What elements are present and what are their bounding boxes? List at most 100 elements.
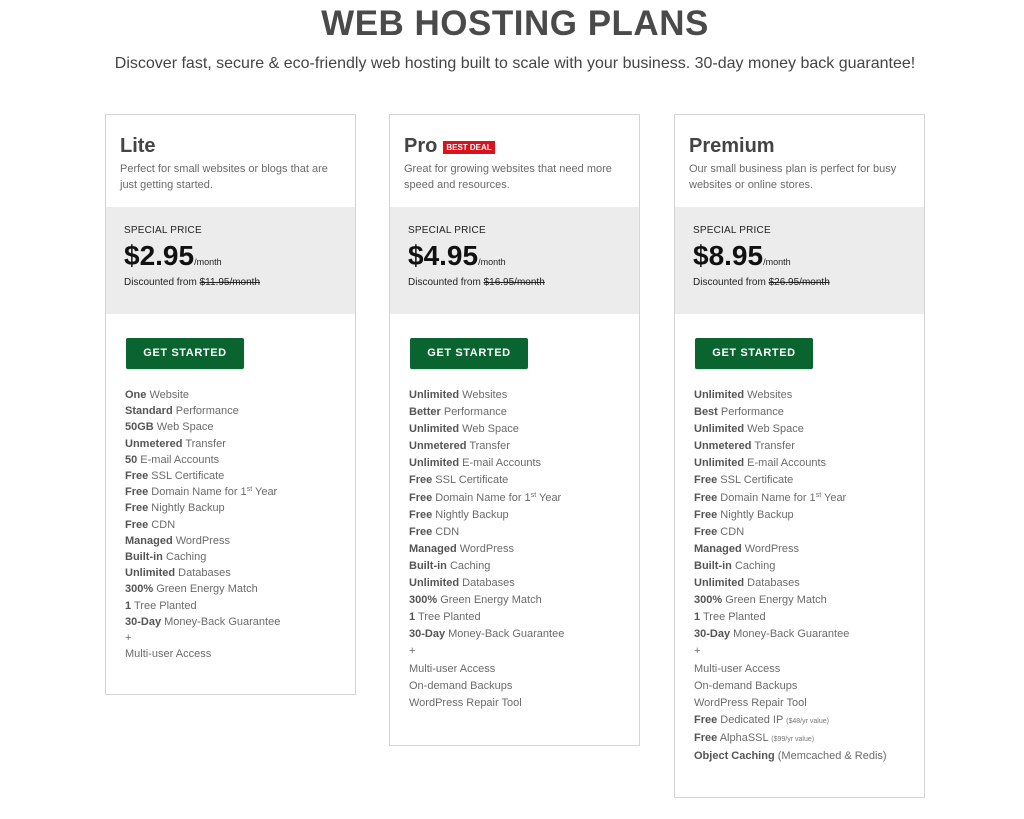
feature-text: CDN — [432, 525, 460, 538]
feature-highlight: Free — [125, 518, 149, 531]
feature-text: + — [409, 645, 416, 658]
price-row: $4.95/month — [408, 240, 621, 272]
feature-text: Web Space — [153, 421, 214, 434]
feature-item: Better Performance — [409, 404, 639, 421]
feature-item: Free Nightly Backup — [125, 500, 355, 516]
price-box: SPECIAL PRICE $4.95/month Discounted fro… — [390, 207, 639, 314]
feature-item: Best Performance — [694, 404, 924, 421]
special-price-label: SPECIAL PRICE — [124, 225, 202, 236]
feature-text: Web Space — [459, 423, 519, 436]
feature-item: Free CDN — [409, 524, 639, 541]
feature-highlight: Free — [694, 508, 718, 521]
feature-item: Unlimited E-mail Accounts — [694, 455, 924, 472]
get-started-button[interactable]: GET STARTED — [126, 338, 244, 369]
feature-text: WordPress Repair Tool — [409, 696, 522, 709]
feature-highlight: Unlimited — [409, 389, 460, 401]
feature-item: Unlimited E-mail Accounts — [409, 455, 639, 472]
feature-highlight: Unlimited — [409, 577, 460, 590]
feature-item: Built-in Caching — [125, 549, 355, 565]
feature-text: Nightly Backup — [717, 508, 794, 521]
feature-text: Tree Planted — [700, 611, 766, 624]
plan-name: Lite — [120, 135, 156, 157]
feature-item: Multi-user Access — [409, 661, 639, 678]
discount-label: Discounted from — [693, 277, 766, 288]
feature-highlight: 30-Day — [409, 628, 446, 641]
feature-item: Unmetered Transfer — [409, 438, 639, 455]
feature-text: Website — [146, 389, 189, 401]
get-started-button[interactable]: GET STARTED — [410, 338, 528, 369]
feature-item: On-demand Backups — [409, 678, 639, 695]
feature-item: Managed WordPress — [694, 541, 924, 558]
feature-item: 30-Day Money-Back Guarantee — [409, 626, 639, 643]
special-price-label: SPECIAL PRICE — [408, 225, 486, 236]
feature-highlight: Standard — [125, 405, 173, 418]
plan-card-premium: Premium Our small business plan is perfe… — [674, 114, 925, 798]
feature-text: Performance — [717, 406, 784, 419]
feature-item: One Website — [125, 387, 355, 403]
feature-highlight: Free — [409, 491, 433, 504]
feature-highlight: Unlimited — [409, 457, 460, 470]
feature-highlight: Best — [694, 406, 718, 419]
feature-text: Tree Planted — [131, 599, 197, 612]
feature-text: Money-Back Guarantee — [161, 615, 281, 628]
feature-text: Databases — [744, 577, 800, 590]
plan-description: Our small business plan is perfect for b… — [689, 163, 897, 191]
discount-label: Discounted from — [408, 277, 481, 288]
feature-text: Transfer — [751, 440, 795, 453]
feature-item: Free Nightly Backup — [694, 507, 924, 524]
plan-name: Pro — [404, 135, 438, 157]
feature-item: Free Domain Name for 1st Year — [694, 490, 924, 507]
feature-item: Free Domain Name for 1st Year — [409, 490, 639, 507]
feature-text: Money-Back Guarantee — [730, 628, 850, 641]
price-period: /month — [478, 257, 506, 267]
feature-item: + — [409, 643, 639, 660]
feature-item: Unlimited Web Space — [409, 421, 639, 438]
discount-note: Discounted from $16.95/month — [408, 277, 621, 288]
feature-text: + — [125, 632, 132, 645]
feature-highlight: Unmetered — [409, 440, 467, 453]
plan-name: Premium — [689, 135, 775, 157]
page-subtitle: Discover fast, secure & eco-friendly web… — [114, 55, 916, 72]
feature-text: Nightly Backup — [432, 508, 509, 521]
feature-text: Databases — [175, 567, 231, 580]
discount-label: Discounted from — [124, 277, 197, 288]
feature-value-note: ($48/yr value) — [786, 717, 829, 725]
feature-item: 300% Green Energy Match — [694, 592, 924, 609]
feature-text: Transfer — [466, 440, 510, 453]
feature-item: 50GB Web Space — [125, 419, 355, 435]
feature-item: Built-in Caching — [409, 558, 639, 575]
price: $4.95 — [408, 240, 479, 271]
original-price: $26.95/month — [768, 277, 830, 288]
feature-highlight: Managed — [694, 542, 742, 555]
feature-item: WordPress Repair Tool — [694, 695, 924, 712]
feature-text: + — [694, 645, 701, 658]
feature-text: Domain Name for 1 — [432, 491, 531, 504]
feature-item: 1 Tree Planted — [409, 609, 639, 626]
original-price: $11.95/month — [199, 277, 261, 288]
feature-highlight: Unlimited — [694, 577, 745, 590]
feature-highlight: 300% — [125, 583, 154, 596]
feature-text: On-demand Backups — [694, 679, 798, 692]
feature-text: Databases — [459, 577, 515, 590]
feature-text: Green Energy Match — [722, 594, 827, 607]
feature-highlight: Free — [694, 474, 718, 487]
get-started-button[interactable]: GET STARTED — [695, 338, 813, 369]
price-box: SPECIAL PRICE $2.95/month Discounted fro… — [106, 207, 355, 314]
plan-header: Pro BEST DEAL Great for growing websites … — [390, 115, 639, 207]
plan-description: Perfect for small websites or blogs that… — [120, 163, 328, 191]
feature-text: Tree Planted — [415, 611, 481, 624]
price-period: /month — [194, 257, 222, 267]
feature-text: WordPress — [172, 534, 230, 547]
feature-text: WordPress Repair Tool — [694, 696, 807, 709]
feature-highlight: One — [125, 389, 147, 401]
feature-text-suffix: Year — [252, 486, 278, 499]
feature-list: Unlimited Websites Best Performance Unlimi… — [675, 369, 924, 765]
feature-item: Multi-user Access — [694, 661, 924, 678]
price-period: /month — [763, 257, 791, 267]
feature-item: Built-in Caching — [694, 558, 924, 575]
feature-text: Performance — [440, 406, 507, 419]
feature-text: Caching — [162, 551, 207, 564]
feature-item: On-demand Backups — [694, 678, 924, 695]
feature-highlight: 30-Day — [125, 615, 162, 628]
feature-highlight: Free — [125, 486, 149, 499]
